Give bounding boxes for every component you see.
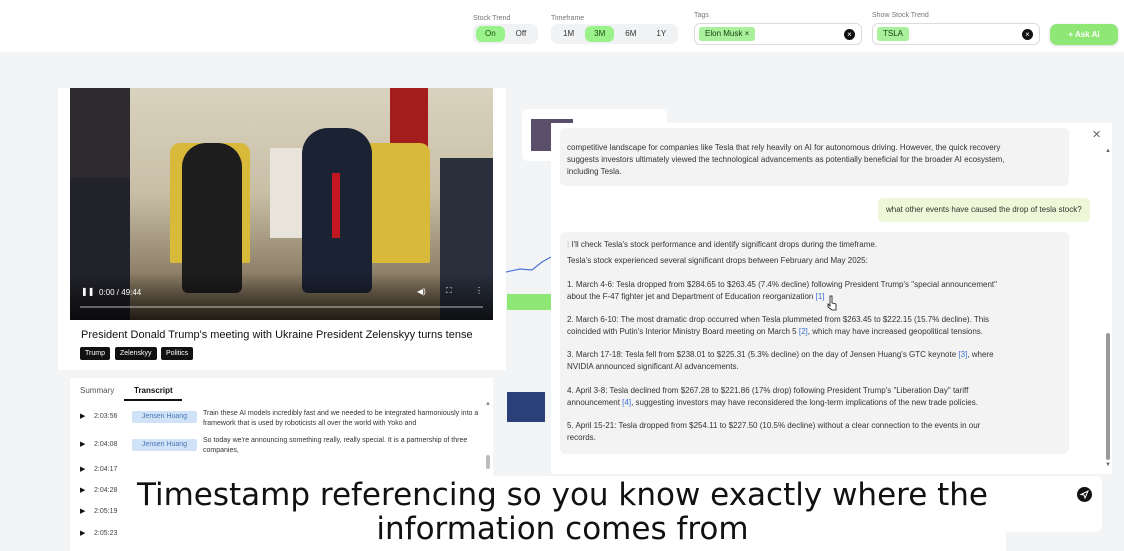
previous-message-line: suggests investors ultimately viewed the… xyxy=(567,155,1005,164)
chat-scroll-down-icon[interactable]: ▼ xyxy=(1105,462,1111,468)
caption-text: Timestamp referencing so you know exactl… xyxy=(119,478,1006,546)
segment-time[interactable]: 2:03:56 xyxy=(94,413,117,420)
speaker-badge: Jensen Huang xyxy=(132,411,197,423)
drop-item-line: NVIDIA announced significant AI advancem… xyxy=(567,362,739,371)
pause-icon[interactable]: ❚❚ xyxy=(81,287,94,296)
drop-item-line: about the F-47 fighter jet and Departmen… xyxy=(567,292,825,301)
drop-item-line: records. xyxy=(567,433,596,442)
video-scene-person xyxy=(182,143,242,293)
drop-item-line: announcement [4], suggesting investors m… xyxy=(567,398,978,407)
show-stock-trend-label: Show Stock Trend xyxy=(872,12,929,19)
drop-item-line: 2. March 6-10: The most dramatic drop oc… xyxy=(567,315,989,324)
segment-time[interactable]: 2:04:08 xyxy=(94,441,117,448)
tags-label: Tags xyxy=(694,12,709,19)
timeframe-label: Timeframe xyxy=(551,15,585,22)
stock-trend-toggle: On Off xyxy=(473,24,539,44)
stock-trend-label: Stock Trend xyxy=(473,15,511,22)
segment-time[interactable]: 2:04:28 xyxy=(94,487,117,494)
video-tag-zelenskyy[interactable]: Zelenskyy xyxy=(115,347,157,360)
ask-ai-button[interactable]: + Ask AI xyxy=(1050,24,1118,45)
stock-trend-on-button[interactable]: On xyxy=(476,26,505,42)
play-segment-icon[interactable]: ▶ xyxy=(80,486,85,494)
citation-link-2[interactable]: [2] xyxy=(799,327,808,336)
citation-link-3[interactable]: [3] xyxy=(958,350,967,359)
drop-item-line: 4. April 3-8: Tesla declined from $267.2… xyxy=(567,386,969,395)
segment-time[interactable]: 2:05:23 xyxy=(94,530,117,537)
transcript-scroll-up-icon[interactable]: ▲ xyxy=(485,401,491,407)
video-title: President Donald Trump's meeting with Uk… xyxy=(81,329,473,341)
play-segment-icon[interactable]: ▶ xyxy=(80,507,85,515)
background-video-thumbnail xyxy=(507,392,545,422)
previous-message-line: including Tesla. xyxy=(567,167,622,176)
timeframe-selector: 1M 3M 6M 1Y xyxy=(551,24,679,44)
play-segment-icon[interactable]: ▶ xyxy=(80,440,85,448)
chat-scroll-up-icon[interactable]: ▲ xyxy=(1105,148,1111,154)
segment-time[interactable]: 2:04:17 xyxy=(94,466,117,473)
tab-summary[interactable]: Summary xyxy=(80,386,114,395)
ticker-clear-icon[interactable]: × xyxy=(1022,29,1033,40)
drop-item-line: 5. April 15-21: Tesla dropped from $254.… xyxy=(567,421,981,430)
ai-intro-line: Tesla's stock experienced several signif… xyxy=(567,256,868,265)
video-tag-trump[interactable]: Trump xyxy=(80,347,110,360)
video-tag-politics[interactable]: Politics xyxy=(161,347,194,360)
stock-trend-off-button[interactable]: Off xyxy=(507,26,536,42)
mouse-cursor-icon xyxy=(827,295,837,311)
citation-link-1[interactable]: [1] xyxy=(816,292,825,301)
video-scene-tie xyxy=(332,173,340,238)
timeframe-1m-button[interactable]: 1M xyxy=(554,26,583,42)
tab-transcript[interactable]: Transcript xyxy=(134,386,173,395)
previous-message-line: competitive landscape for companies like… xyxy=(567,143,1001,152)
play-segment-icon[interactable]: ▶ xyxy=(80,465,85,473)
stock-ticker-input[interactable]: TSLA × xyxy=(872,23,1040,45)
segment-text: So today we're announcing something real… xyxy=(203,437,468,454)
tags-input[interactable]: Elon Musk × × xyxy=(694,23,862,45)
volume-icon[interactable]: ◀) xyxy=(417,287,426,296)
citation-link-4[interactable]: [4] xyxy=(622,398,631,407)
drop-item-line: coincided with Putin's Interior Ministry… xyxy=(567,327,983,336)
transcript-scrollbar[interactable] xyxy=(486,455,490,469)
close-icon[interactable]: ✕ xyxy=(1092,128,1101,141)
video-progress-bar[interactable] xyxy=(80,306,483,308)
timeframe-6m-button[interactable]: 6M xyxy=(616,26,645,42)
play-segment-icon[interactable]: ▶ xyxy=(80,529,85,537)
stock-trend-line xyxy=(506,256,552,273)
caption-line: Timestamp referencing so you know exactl… xyxy=(136,477,989,513)
segment-time[interactable]: 2:05:19 xyxy=(94,508,117,515)
ai-intro-line: | I'll check Tesla's stock performance a… xyxy=(567,240,878,249)
user-message: what other events have caused the drop o… xyxy=(878,198,1090,222)
speaker-badge: Jensen Huang xyxy=(132,439,197,451)
stock-trend-highlight xyxy=(507,294,552,310)
caption-line: information comes from xyxy=(376,511,749,547)
timeframe-1y-button[interactable]: 1Y xyxy=(647,26,675,42)
segment-text: Train these AI models incredibly fast an… xyxy=(203,410,479,427)
chat-input[interactable] xyxy=(1002,476,1102,532)
drop-item-line: 3. March 17-18: Tesla fell from $238.01 … xyxy=(567,350,994,359)
fullscreen-icon[interactable]: ⛶ xyxy=(446,286,452,296)
drop-item-line: 1. March 4-6: Tesla dropped from $284.65… xyxy=(567,280,997,289)
tag-chip-elon-musk[interactable]: Elon Musk × xyxy=(699,27,756,41)
timeframe-3m-button[interactable]: 3M xyxy=(585,26,615,42)
video-player[interactable] xyxy=(70,88,493,320)
ticker-chip-tsla[interactable]: TSLA xyxy=(877,27,910,41)
video-time: 0:00 / 49:44 xyxy=(99,288,142,297)
send-icon[interactable] xyxy=(1077,487,1092,502)
more-options-icon[interactable]: ⋮ xyxy=(475,286,483,295)
play-segment-icon[interactable]: ▶ xyxy=(80,412,85,420)
chat-scrollbar[interactable] xyxy=(1106,333,1110,460)
tags-clear-icon[interactable]: × xyxy=(844,29,855,40)
active-tab-indicator xyxy=(124,399,182,401)
